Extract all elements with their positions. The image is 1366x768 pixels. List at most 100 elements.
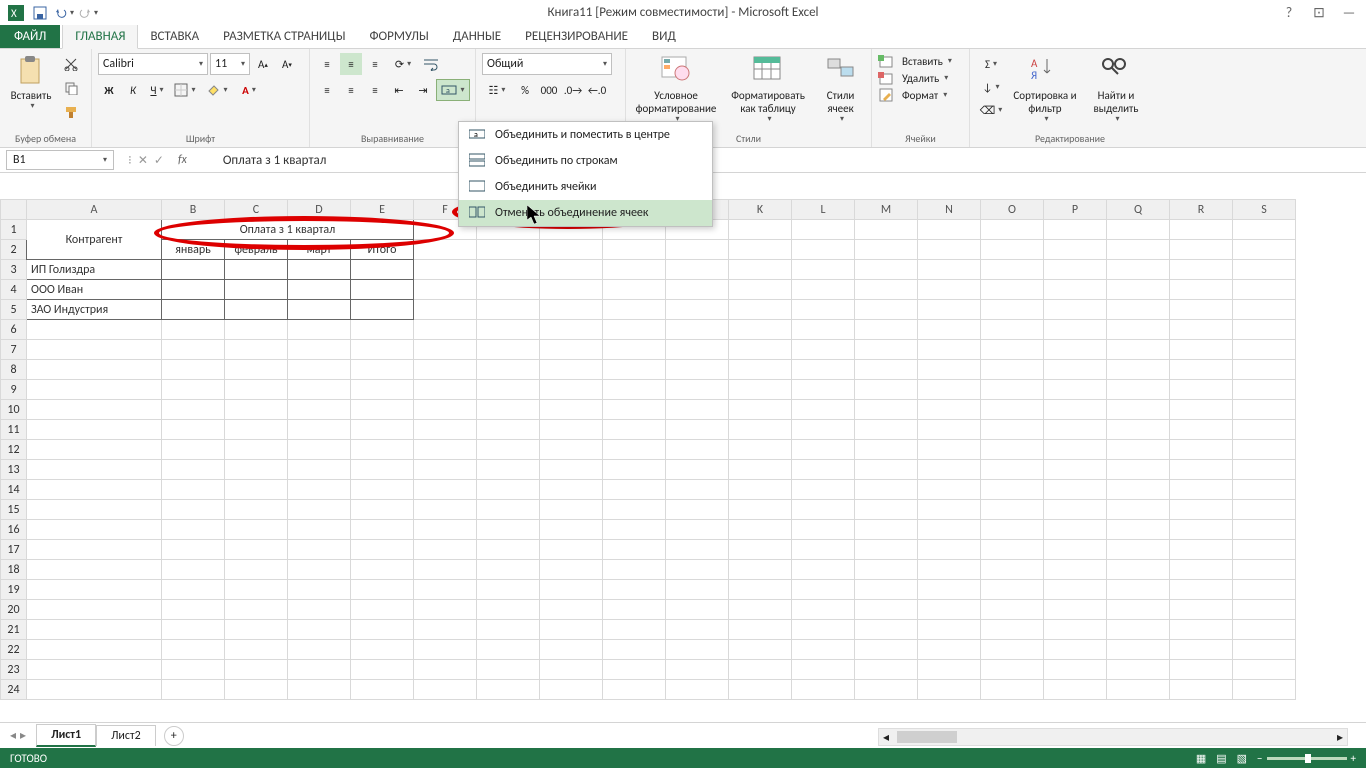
col-header[interactable]: Q	[1107, 200, 1170, 220]
sheet-next-icon[interactable]: ▸	[20, 728, 26, 743]
cell[interactable]: ИП Голиздра	[27, 260, 162, 280]
find-select-button[interactable]: Найти и выделить▾	[1084, 53, 1148, 127]
cell[interactable]: Контрагент	[27, 220, 162, 260]
cell[interactable]: январь	[162, 240, 225, 260]
cell[interactable]	[225, 300, 288, 320]
fill-color-icon[interactable]: ▾	[202, 79, 232, 101]
zoom-slider[interactable]	[1267, 757, 1347, 760]
col-header[interactable]: M	[855, 200, 918, 220]
italic-icon[interactable]: К	[122, 79, 144, 101]
unmerge-cells-item[interactable]: Отменить объединение ячеек	[459, 200, 712, 226]
insert-cells-button[interactable]: Вставить▾	[878, 53, 952, 69]
row-header[interactable]: 6	[1, 320, 27, 340]
align-middle-icon[interactable]: ≡	[340, 53, 362, 75]
col-header[interactable]: D	[288, 200, 351, 220]
cell[interactable]	[225, 280, 288, 300]
align-center-icon[interactable]: ≡	[340, 79, 362, 101]
zoom-control[interactable]: − +	[1257, 752, 1356, 765]
tab-file[interactable]: ФАЙЛ	[0, 25, 60, 48]
border-icon[interactable]: ▾	[170, 79, 200, 101]
font-size-select[interactable]: 11▾	[210, 53, 250, 75]
sort-filter-button[interactable]: АЯ Сортировка и фильтр▾	[1010, 53, 1080, 127]
cell[interactable]	[162, 300, 225, 320]
formula-dropdown-icon[interactable]: ⁝	[128, 153, 132, 168]
row-header[interactable]: 1	[1, 220, 27, 240]
merged-header-cell[interactable]: Оплата з 1 квартал	[162, 220, 414, 240]
autosum-icon[interactable]: Σ▾	[976, 53, 1006, 75]
row-header[interactable]: 24	[1, 680, 27, 700]
cell[interactable]	[351, 280, 414, 300]
row-header[interactable]: 19	[1, 580, 27, 600]
align-left-icon[interactable]: ≡	[316, 79, 338, 101]
enter-icon[interactable]: ✓	[154, 153, 164, 168]
row-header[interactable]: 16	[1, 520, 27, 540]
tab-data[interactable]: ДАННЫЕ	[441, 25, 513, 48]
row-header[interactable]: 22	[1, 640, 27, 660]
tab-formulas[interactable]: ФОРМУЛЫ	[357, 25, 440, 48]
wrap-text-icon[interactable]	[420, 53, 442, 75]
col-header[interactable]: P	[1044, 200, 1107, 220]
col-header[interactable]: B	[162, 200, 225, 220]
decrease-font-icon[interactable]: A▾	[276, 53, 298, 75]
row-header[interactable]: 9	[1, 380, 27, 400]
tab-insert[interactable]: ВСТАВКА	[138, 25, 211, 48]
merge-cells-item[interactable]: Объединить ячейки	[459, 174, 712, 200]
align-bottom-icon[interactable]: ≡	[364, 53, 386, 75]
col-header[interactable]: N	[918, 200, 981, 220]
cell[interactable]	[288, 280, 351, 300]
bold-icon[interactable]: Ж	[98, 79, 120, 101]
font-name-select[interactable]: Calibri▾	[98, 53, 208, 75]
row-header[interactable]: 17	[1, 540, 27, 560]
clear-icon[interactable]: ⌫▾	[976, 99, 1006, 121]
row-header[interactable]: 10	[1, 400, 27, 420]
merge-center-button[interactable]: a▾	[436, 79, 470, 101]
number-format-select[interactable]: Общий▾	[482, 53, 612, 75]
col-header[interactable]: L	[792, 200, 855, 220]
increase-font-icon[interactable]: A▴	[252, 53, 274, 75]
cell[interactable]	[288, 300, 351, 320]
decrease-indent-icon[interactable]: ⇤	[388, 79, 410, 101]
sheet-tab[interactable]: Лист1	[36, 724, 96, 747]
font-color-icon[interactable]: А▾	[234, 79, 264, 101]
horizontal-scrollbar[interactable]: ◂▸	[878, 728, 1348, 746]
view-layout-icon[interactable]: ▤	[1216, 752, 1226, 765]
zoom-in-icon[interactable]: +	[1351, 752, 1356, 765]
cell[interactable]	[162, 280, 225, 300]
cell[interactable]: ЗАО Индустрия	[27, 300, 162, 320]
cell[interactable]	[351, 300, 414, 320]
redo-icon[interactable]: ▾	[78, 3, 98, 23]
increase-indent-icon[interactable]: ⇥	[412, 79, 434, 101]
spreadsheet-grid[interactable]: A B C D E F G H I J K L M N O P Q R S 1 …	[0, 199, 1366, 742]
cancel-icon[interactable]: ✕	[138, 153, 148, 168]
comma-icon[interactable]: 000	[538, 79, 560, 101]
row-header[interactable]: 14	[1, 480, 27, 500]
cut-icon[interactable]	[60, 53, 82, 75]
orientation-icon[interactable]: ⟳▾	[388, 53, 418, 75]
save-icon[interactable]	[30, 3, 50, 23]
scroll-right-icon[interactable]: ▸	[1333, 730, 1347, 745]
undo-icon[interactable]: ▾	[54, 3, 74, 23]
select-all-corner[interactable]	[1, 200, 27, 220]
col-header[interactable]: K	[729, 200, 792, 220]
zoom-out-icon[interactable]: −	[1257, 752, 1262, 765]
name-box[interactable]: B1▾	[6, 150, 114, 170]
col-header[interactable]: C	[225, 200, 288, 220]
format-cells-button[interactable]: Формат▾	[878, 87, 952, 103]
col-header[interactable]: S	[1233, 200, 1296, 220]
conditional-formatting-button[interactable]: Условное форматирование▾	[632, 53, 720, 127]
col-header[interactable]: O	[981, 200, 1044, 220]
row-header[interactable]: 8	[1, 360, 27, 380]
cell[interactable]	[351, 260, 414, 280]
merge-across-item[interactable]: Объединить по строкам	[459, 148, 712, 174]
tab-layout[interactable]: РАЗМЕТКА СТРАНИЦЫ	[211, 25, 357, 48]
ribbon-options-icon[interactable]: ⊡	[1308, 4, 1330, 21]
cell[interactable]	[162, 260, 225, 280]
cell[interactable]	[288, 260, 351, 280]
align-top-icon[interactable]: ≡	[316, 53, 338, 75]
sheet-tab[interactable]: Лист2	[96, 725, 156, 746]
sheet-prev-icon[interactable]: ◂	[10, 728, 16, 743]
merge-center-item[interactable]: a Объединить и поместить в центре	[459, 122, 712, 148]
decrease-decimal-icon[interactable]: ←.0	[586, 79, 608, 101]
cell[interactable]: Итого	[351, 240, 414, 260]
cell[interactable]: февраль	[225, 240, 288, 260]
